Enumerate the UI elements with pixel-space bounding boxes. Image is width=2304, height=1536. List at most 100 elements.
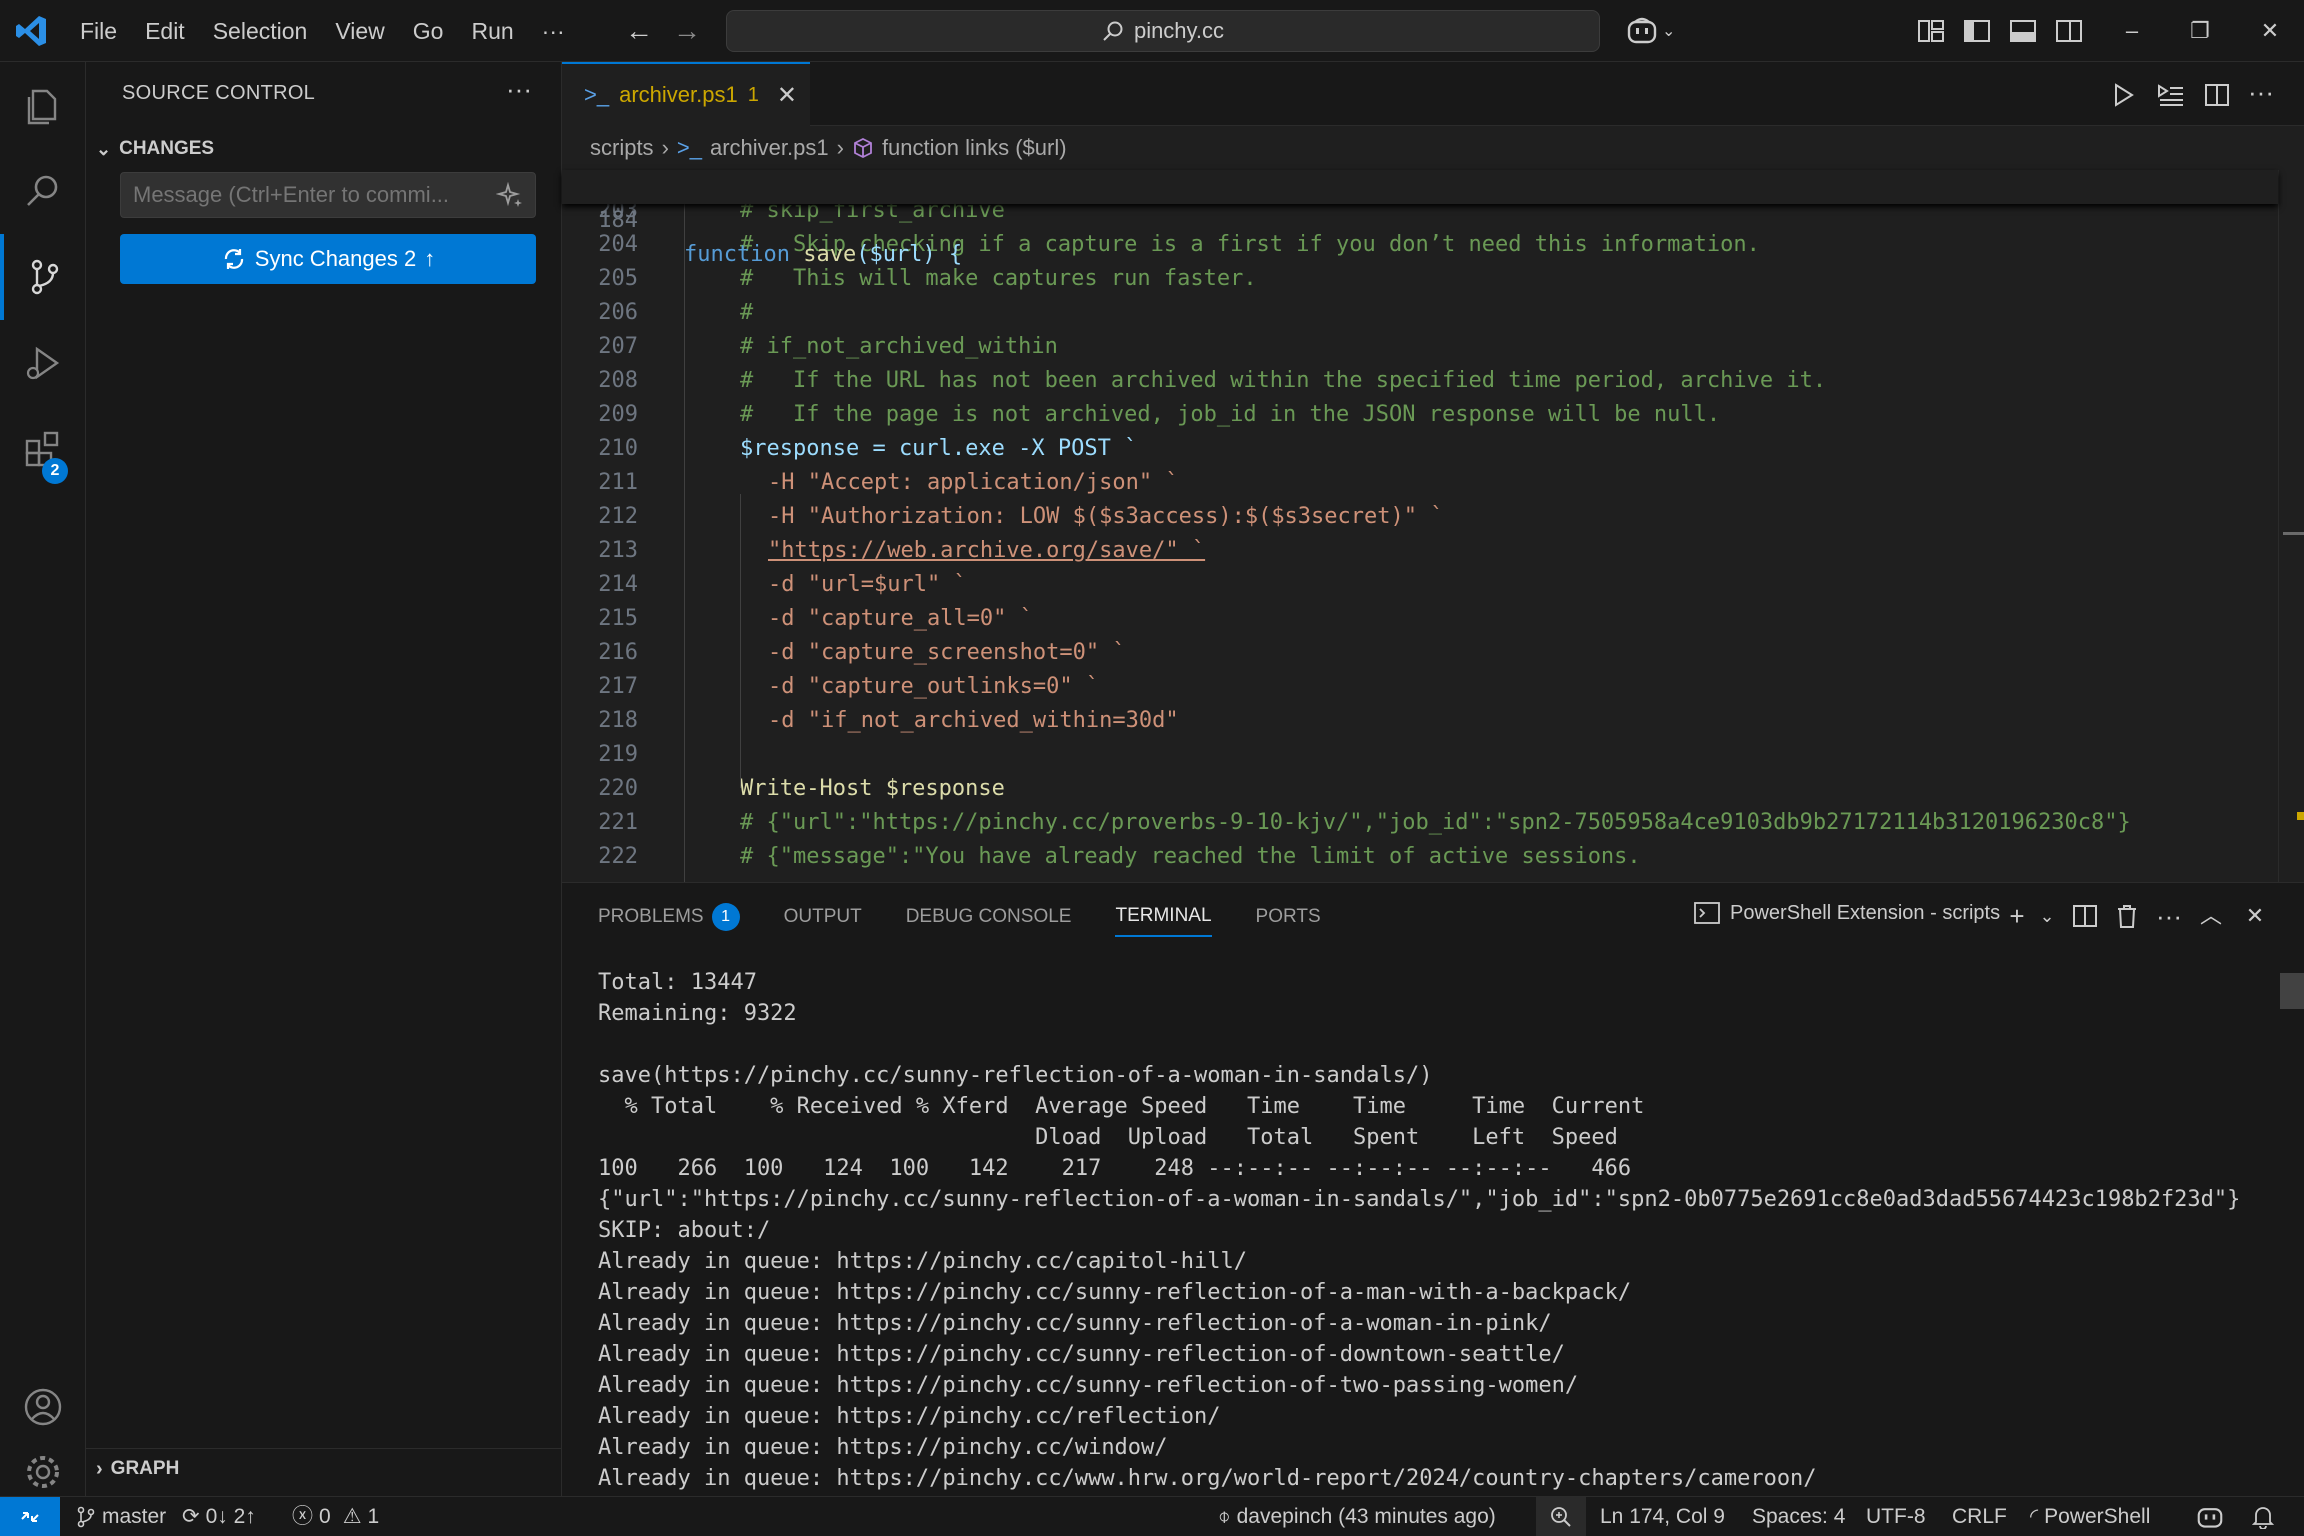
more-actions-icon[interactable]: ··· — [2154, 901, 2184, 931]
breadcrumb-file[interactable]: archiver.ps1 — [710, 135, 829, 161]
breadcrumb-scripts[interactable]: scripts — [590, 135, 654, 161]
branch-indicator[interactable]: master — [76, 1497, 166, 1536]
terminal-line: {"url":"https://pinchy.cc/sunny-reflecti… — [598, 1187, 2241, 1212]
toggle-secondary-sidebar-icon[interactable] — [2054, 16, 2084, 46]
terminal-line: SKIP: about:/ — [598, 1218, 771, 1243]
tab-output[interactable]: OUTPUT — [784, 883, 862, 951]
code-text: -d "capture_outlinks=0" ` — [768, 674, 1100, 699]
code-line: 218 -d "if_not_archived_within=30d" — [562, 704, 2278, 738]
maximize-panel-icon[interactable]: ︿ — [2196, 901, 2226, 931]
encoding[interactable]: UTF-8 — [1866, 1497, 1926, 1536]
terminal-line: 100 266 100 124 100 142 217 248 --:--:--… — [598, 1156, 1632, 1181]
minimize-icon[interactable]: – — [2112, 12, 2152, 50]
copilot-icon — [1627, 17, 1657, 44]
menu-view[interactable]: View — [321, 0, 398, 62]
tab-ports[interactable]: PORTS — [1256, 883, 1321, 951]
commit-message-input[interactable] — [120, 172, 536, 218]
menu-run[interactable]: Run — [457, 0, 527, 62]
sparkle-icon[interactable] — [496, 182, 524, 210]
chevron-down-icon[interactable]: ⌄ — [2032, 901, 2062, 931]
command-center-search[interactable]: pinchy.cc — [726, 10, 1600, 52]
line-number: 221 — [598, 810, 638, 835]
language-mode[interactable]: ◜ PowerShell — [2030, 1497, 2150, 1536]
menu-selection[interactable]: Selection — [199, 0, 322, 62]
code-text: -d "capture_all=0" ` — [768, 606, 1033, 631]
language-status-icon: ◜ — [2030, 1505, 2039, 1528]
terminal-name: PowerShell Extension - scripts — [1730, 901, 2001, 924]
source-control-button[interactable] — [0, 234, 86, 320]
forward-arrow-icon[interactable]: → — [672, 16, 702, 46]
split-terminal-icon[interactable] — [2070, 901, 2100, 931]
powershell-icon: >_ — [584, 82, 610, 107]
indentation[interactable]: Spaces: 4 — [1752, 1497, 1845, 1536]
terminal-scrollbar[interactable] — [2280, 973, 2304, 1009]
restore-icon[interactable]: ❐ — [2180, 12, 2220, 50]
code-line: 211 -H "Accept: application/json" ` — [562, 466, 2278, 500]
manage-button[interactable] — [0, 1448, 86, 1496]
git-blame[interactable]: ⌽ davepinch (43 minutes ago) — [1218, 1497, 1496, 1536]
copilot-status[interactable] — [2196, 1497, 2224, 1536]
run-icon[interactable] — [2108, 80, 2138, 110]
editor-scrollbar[interactable] — [2278, 170, 2304, 882]
split-editor-icon[interactable] — [2202, 80, 2232, 110]
customize-layout-icon[interactable] — [1916, 16, 1946, 46]
terminal-line: % Total % Received % Xferd Average Speed… — [598, 1094, 1645, 1119]
menu-file[interactable]: File — [66, 0, 131, 62]
zoom-indicator[interactable] — [1536, 1497, 1586, 1536]
blame-text: davepinch (43 minutes ago) — [1236, 1505, 1496, 1528]
run-selection-icon[interactable] — [2156, 80, 2186, 110]
menu-more[interactable]: ··· — [528, 0, 579, 62]
code-line: 214 -d "url=$url" ` — [562, 568, 2278, 602]
terminal-selector[interactable]: PowerShell Extension - scripts — [1694, 901, 2000, 925]
terminal-line: Total: 13447 — [598, 970, 757, 995]
more-actions-icon[interactable]: ··· — [506, 74, 532, 105]
terminal-line: Already in queue: https://pinchy.cc/capi… — [598, 1249, 1248, 1274]
toggle-panel-icon[interactable] — [2008, 16, 2038, 46]
run-debug-button[interactable] — [0, 320, 86, 406]
terminal-output[interactable]: Total: 13447 Remaining: 9322 save(https:… — [598, 967, 2278, 1497]
trash-icon[interactable] — [2112, 901, 2142, 931]
copilot-menu-button[interactable]: ⌄ — [1626, 14, 1682, 48]
search-icon — [1103, 21, 1123, 41]
close-icon[interactable]: ✕ — [777, 81, 797, 110]
close-panel-icon[interactable]: ✕ — [2240, 901, 2270, 931]
graph-section-header[interactable]: › GRAPH — [96, 1452, 179, 1486]
tab-label: PROBLEMS — [598, 906, 704, 927]
code-line: 215 -d "capture_all=0" ` — [562, 602, 2278, 636]
accounts-button[interactable] — [0, 1364, 86, 1450]
more-actions-icon[interactable]: ··· — [2248, 79, 2278, 110]
tab-debug-console[interactable]: DEBUG CONSOLE — [906, 883, 1072, 951]
sticky-scroll-line[interactable]: 184 function save($url) { — [562, 170, 2278, 267]
explorer-button[interactable] — [0, 62, 86, 148]
new-terminal-icon[interactable]: + — [2002, 901, 2032, 931]
problems-badge: 1 — [711, 903, 740, 931]
cursor-position[interactable]: Ln 174, Col 9 — [1600, 1497, 1725, 1536]
remote-indicator[interactable] — [0, 1497, 60, 1536]
tab-label: DEBUG CONSOLE — [905, 906, 1072, 927]
problems-status[interactable]: ⓧ 0 ⚠ 1 — [292, 1497, 379, 1536]
tab-problems[interactable]: PROBLEMS 1 — [598, 883, 740, 951]
terminal-line: Already in queue: https://pinchy.cc/sunn… — [598, 1342, 1565, 1367]
line-ending[interactable]: CRLF — [1952, 1497, 2007, 1536]
sync-changes-button[interactable]: Sync Changes 2 ↑ — [120, 234, 536, 284]
code-text[interactable]: "https://web.archive.org/save/" ` — [768, 534, 1205, 568]
extensions-button[interactable]: 2 — [0, 406, 86, 492]
toggle-sidebar-icon[interactable] — [1962, 16, 1992, 46]
notifications[interactable] — [2252, 1497, 2274, 1536]
menu-edit[interactable]: Edit — [131, 0, 199, 62]
source-control-sidebar: SOURCE CONTROL ··· ⌄ CHANGES Sync Change… — [86, 62, 562, 1496]
changes-section-header[interactable]: ⌄ CHANGES — [96, 132, 214, 166]
code-text: # if_not_archived_within — [740, 334, 1058, 359]
search-button[interactable] — [0, 148, 86, 234]
sync-status[interactable]: ⟳ 0↓ 2↑ — [182, 1497, 256, 1536]
menu-go[interactable]: Go — [399, 0, 458, 62]
back-arrow-icon[interactable]: ← — [624, 16, 654, 46]
tab-label: TERMINAL — [1115, 905, 1212, 926]
tab-terminal[interactable]: TERMINAL — [1115, 897, 1212, 937]
code-editor[interactable]: 202# 203# skip_first_archive 204# Skip c… — [562, 170, 2278, 882]
breadcrumb-symbol[interactable]: function links ($url) — [882, 135, 1067, 161]
line-number: 216 — [598, 640, 638, 665]
close-window-icon[interactable]: ✕ — [2250, 12, 2290, 50]
command-center-text: pinchy.cc — [1133, 18, 1225, 43]
tab-archiver[interactable]: >_ archiver.ps1 1 ✕ — [562, 62, 810, 126]
